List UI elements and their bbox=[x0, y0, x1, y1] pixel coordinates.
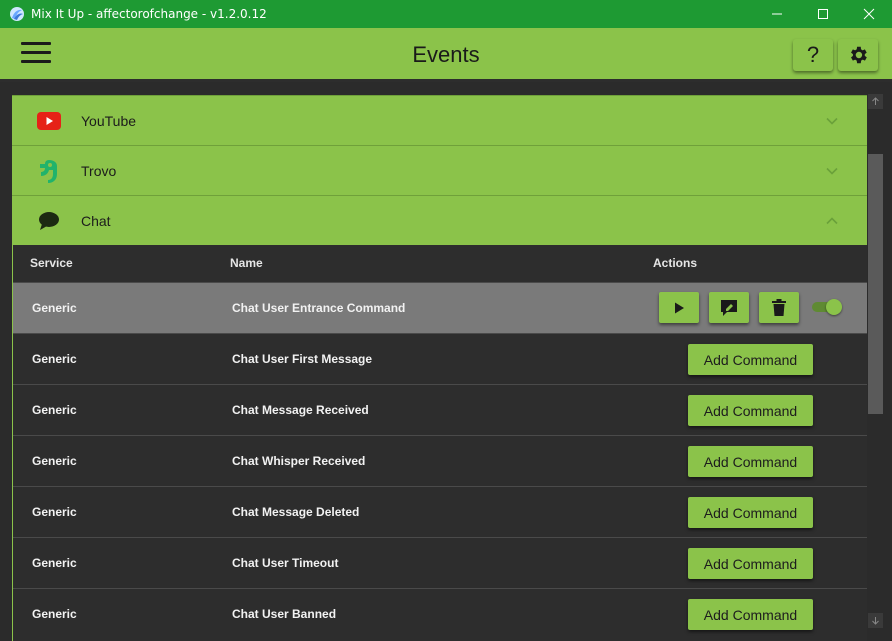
row-name: Chat User Banned bbox=[232, 607, 337, 621]
column-header-name: Name bbox=[230, 256, 263, 270]
chevron-down-icon bbox=[826, 117, 838, 125]
table-row[interactable]: Generic Chat User Timeout Add Command bbox=[13, 537, 867, 588]
window-title: Mix It Up - affectorofchange - v1.2.0.12 bbox=[31, 7, 267, 21]
play-icon bbox=[675, 302, 684, 313]
vertical-scrollbar[interactable] bbox=[867, 93, 884, 641]
gear-icon bbox=[851, 46, 867, 64]
section-label: Trovo bbox=[81, 162, 117, 179]
events-panel: YouTube Trovo Chat Service Name Actions bbox=[12, 93, 867, 641]
settings-button[interactable] bbox=[838, 39, 878, 71]
row-name: Chat Whisper Received bbox=[232, 454, 366, 468]
section-trovo[interactable]: Trovo bbox=[12, 145, 867, 195]
toggle-knob bbox=[826, 299, 842, 315]
chevron-up-icon bbox=[826, 216, 838, 224]
help-label: ? bbox=[806, 42, 820, 67]
events-table: Service Name Actions Generic Chat User E… bbox=[12, 245, 867, 641]
section-label: YouTube bbox=[81, 112, 137, 129]
table-row[interactable]: Generic Chat Whisper Received Add Comman… bbox=[13, 435, 867, 486]
app-header: Events ? bbox=[0, 28, 892, 82]
maximize-icon bbox=[818, 9, 828, 19]
maximize-button[interactable] bbox=[800, 0, 846, 28]
events-content: YouTube Trovo Chat Service Name Actions bbox=[0, 85, 892, 641]
column-header-actions: Actions bbox=[653, 256, 698, 270]
add-command-button[interactable]: Add Command bbox=[688, 395, 813, 426]
table-row[interactable]: Generic Chat User Banned Add Command bbox=[13, 588, 867, 639]
add-command-button[interactable]: Add Command bbox=[688, 344, 813, 375]
scroll-down-arrow[interactable] bbox=[868, 613, 883, 628]
table-header: Service Name Actions bbox=[13, 245, 867, 282]
row-name: Chat User Timeout bbox=[232, 556, 339, 570]
row-service: Generic bbox=[32, 505, 77, 519]
close-button[interactable] bbox=[846, 0, 892, 28]
section-youtube[interactable]: YouTube bbox=[12, 95, 867, 145]
table-row[interactable]: Generic Chat User First Message Add Comm… bbox=[13, 333, 867, 384]
page-title: Events bbox=[412, 42, 480, 67]
arrow-down-icon bbox=[872, 617, 879, 625]
row-service: Generic bbox=[32, 556, 77, 570]
row-name: Chat Message Received bbox=[232, 403, 369, 417]
trovo-icon bbox=[36, 158, 62, 184]
youtube-icon bbox=[36, 108, 62, 134]
arrow-up-icon bbox=[872, 97, 879, 105]
help-button[interactable]: ? bbox=[793, 39, 833, 71]
add-command-button[interactable]: Add Command bbox=[688, 497, 813, 528]
minimize-icon bbox=[772, 13, 782, 15]
column-header-service: Service bbox=[30, 256, 73, 270]
row-service: Generic bbox=[32, 403, 77, 417]
scrollbar-thumb[interactable] bbox=[868, 154, 883, 414]
enable-toggle[interactable] bbox=[812, 299, 842, 315]
row-service: Generic bbox=[32, 352, 77, 366]
play-command-button[interactable] bbox=[659, 292, 699, 323]
chat-bubble-icon bbox=[36, 208, 62, 234]
row-service: Generic bbox=[32, 607, 77, 621]
table-row[interactable]: Generic Chat Message Deleted Add Command bbox=[13, 486, 867, 537]
row-name: Chat User First Message bbox=[232, 352, 373, 366]
edit-command-button[interactable] bbox=[709, 292, 749, 323]
table-row[interactable]: Generic Chat User Entrance Command bbox=[13, 282, 867, 333]
mixitup-logo-icon bbox=[10, 7, 24, 21]
chevron-down-icon bbox=[826, 167, 838, 175]
row-name: Chat Message Deleted bbox=[232, 505, 360, 519]
row-service: Generic bbox=[32, 301, 77, 315]
delete-command-button[interactable] bbox=[759, 292, 799, 323]
edit-icon bbox=[721, 299, 737, 316]
trash-icon bbox=[772, 299, 786, 316]
row-name: Chat User Entrance Command bbox=[232, 301, 406, 315]
close-icon bbox=[863, 8, 875, 20]
window-titlebar: Mix It Up - affectorofchange - v1.2.0.12 bbox=[0, 0, 892, 28]
minimize-button[interactable] bbox=[754, 0, 800, 28]
section-chat[interactable]: Chat bbox=[12, 195, 867, 245]
add-command-button[interactable]: Add Command bbox=[688, 548, 813, 579]
scroll-up-arrow[interactable] bbox=[868, 94, 883, 109]
row-service: Generic bbox=[32, 454, 77, 468]
add-command-button[interactable]: Add Command bbox=[688, 446, 813, 477]
section-label: Chat bbox=[81, 212, 111, 229]
table-row[interactable]: Generic Chat Message Received Add Comman… bbox=[13, 384, 867, 435]
add-command-button[interactable]: Add Command bbox=[688, 599, 813, 630]
